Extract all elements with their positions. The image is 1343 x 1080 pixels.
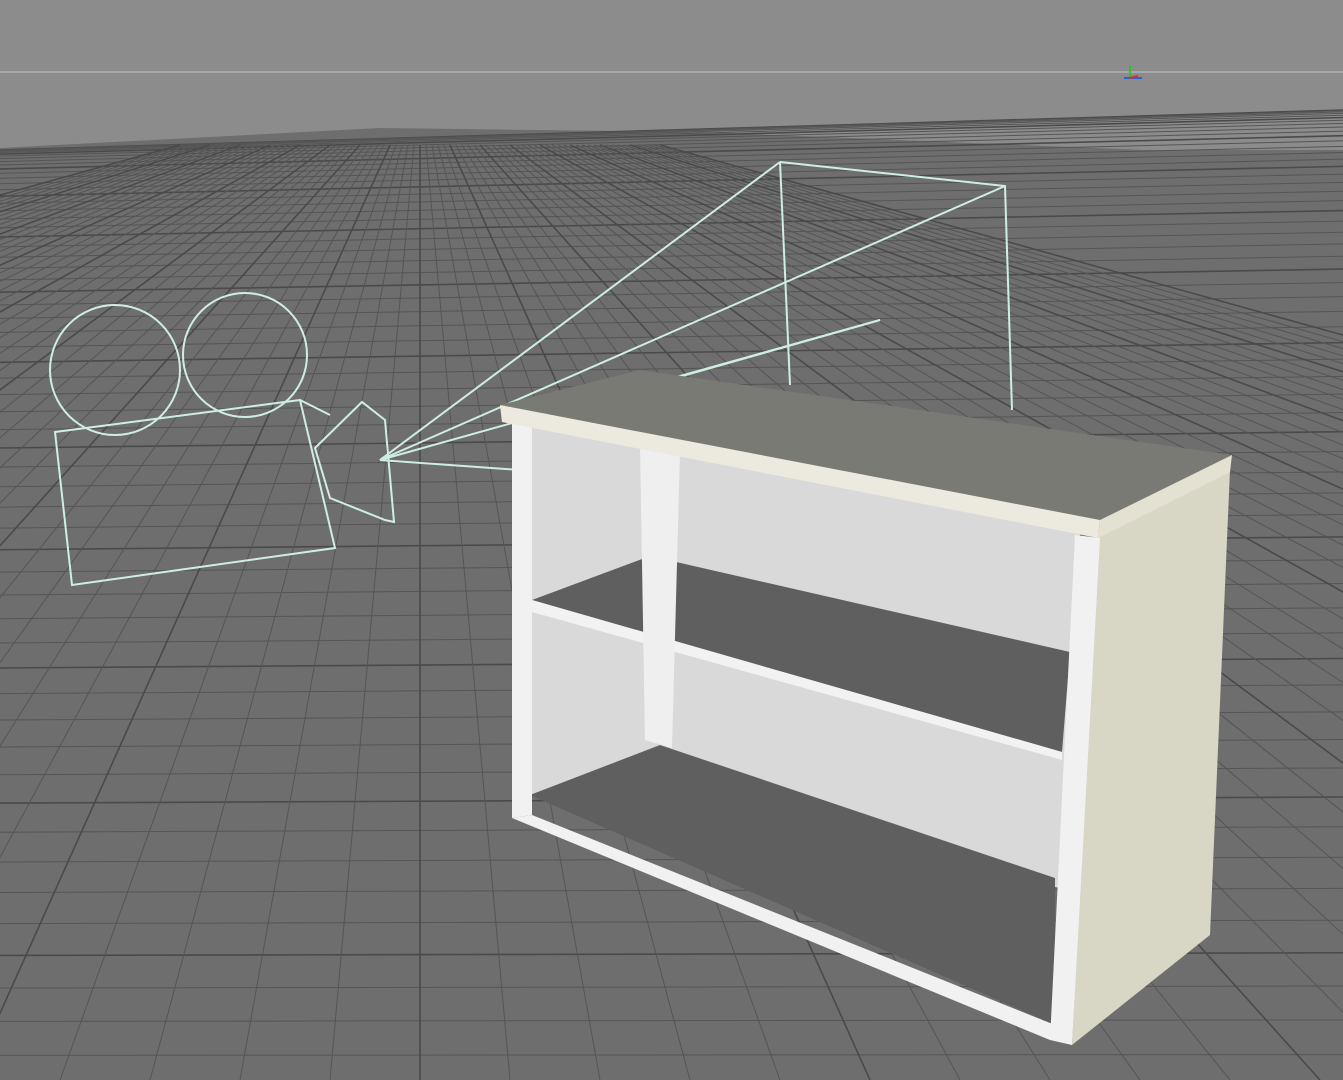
- viewport-sky: [0, 0, 1343, 150]
- shelf-left-frame: [512, 420, 532, 818]
- 3d-viewport[interactable]: [0, 0, 1343, 1080]
- viewport-canvas[interactable]: [0, 0, 1343, 1080]
- grid-line: [0, 1054, 1343, 1056]
